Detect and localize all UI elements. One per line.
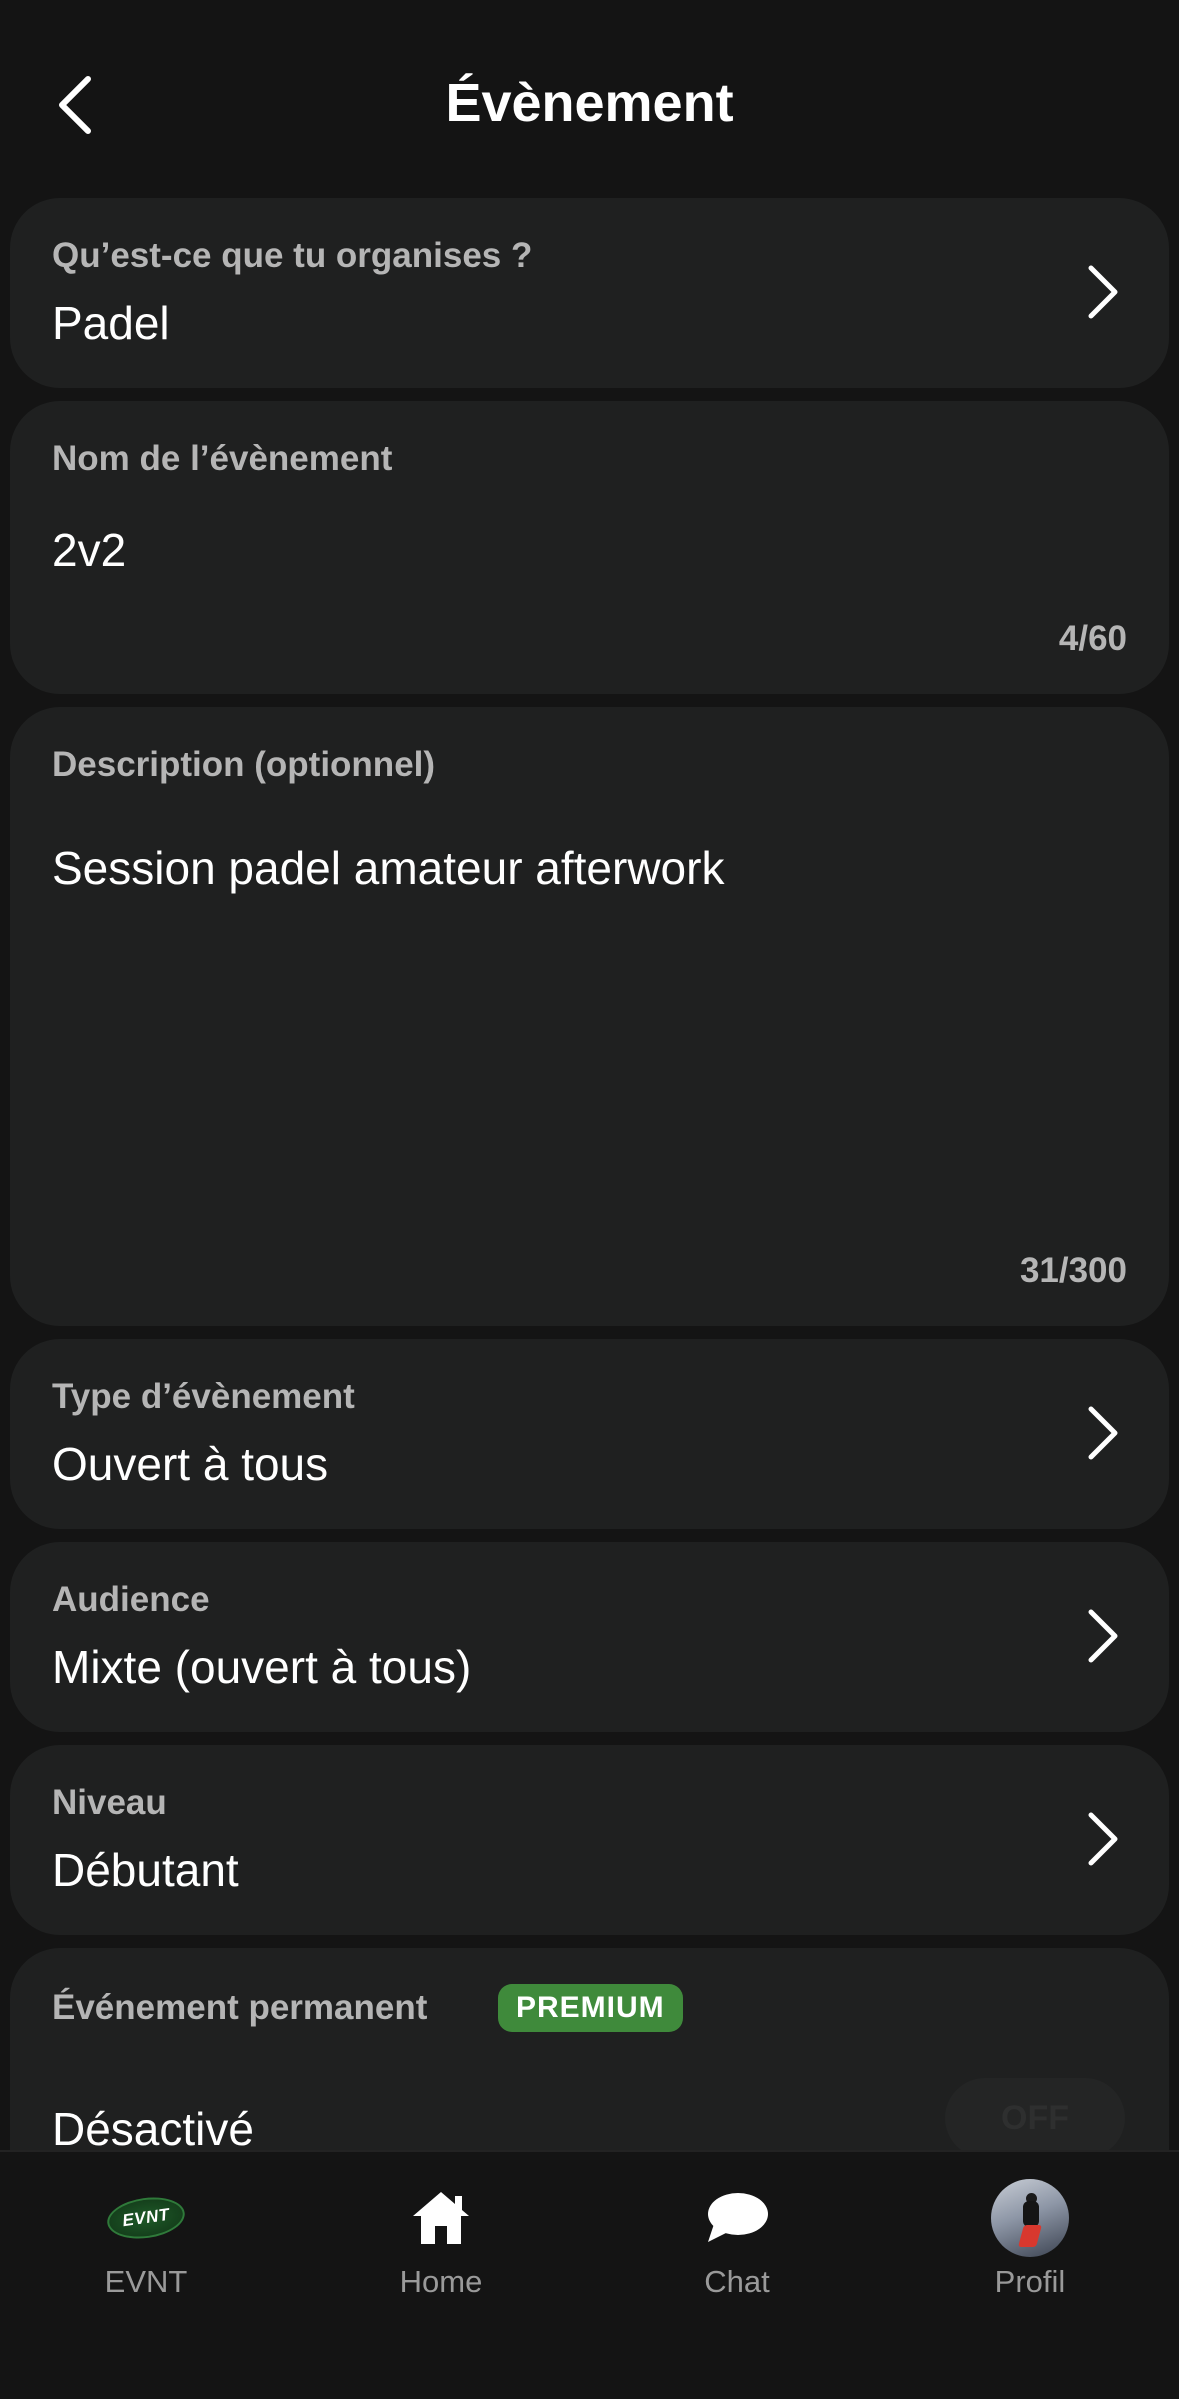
avatar (991, 2179, 1069, 2257)
description-input[interactable]: Session padel amateur afterwork (52, 841, 724, 895)
activity-value: Padel (52, 297, 170, 349)
premium-badge: PREMIUM (498, 1984, 683, 2032)
permanent-event-value: Désactivé (52, 2103, 254, 2155)
event-name-label: Nom de l’évènement (52, 439, 393, 478)
audience-selector[interactable]: Audience Mixte (ouvert à tous) (10, 1542, 1169, 1732)
tab-chat[interactable]: Chat (637, 2182, 837, 2322)
description-field[interactable]: Description (optionnel) Session padel am… (10, 707, 1169, 1326)
audience-label: Audience (52, 1580, 210, 1619)
activity-label: Qu’est-ce que tu organises ? (52, 236, 533, 275)
chat-bubble-icon (704, 2182, 770, 2254)
tab-evnt-label: EVNT (104, 2264, 188, 2299)
permanent-event-label: Événement permanent (52, 1988, 428, 2027)
level-value: Débutant (52, 1844, 239, 1896)
chevron-right-icon (1088, 1812, 1118, 1866)
description-label: Description (optionnel) (52, 745, 436, 784)
event-type-selector[interactable]: Type d’évènement Ouvert à tous (10, 1339, 1169, 1529)
audience-value: Mixte (ouvert à tous) (52, 1641, 472, 1693)
description-counter: 31/300 (1019, 1251, 1127, 1290)
level-label: Niveau (52, 1783, 167, 1822)
header: Évènement (0, 0, 1179, 196)
tab-profil[interactable]: Profil (930, 2179, 1130, 2322)
tab-bar: EVNT EVNT Home Chat Profil (0, 2150, 1179, 2399)
evnt-logo: EVNT (104, 2182, 188, 2254)
event-name-field[interactable]: Nom de l’évènement 2v2 4/60 (10, 401, 1169, 694)
level-selector[interactable]: Niveau Débutant (10, 1745, 1169, 1935)
event-name-input[interactable]: 2v2 (52, 523, 126, 577)
event-name-counter: 4/60 (1058, 619, 1127, 658)
home-icon (409, 2182, 473, 2254)
tab-chat-label: Chat (704, 2264, 770, 2299)
tab-profil-label: Profil (994, 2264, 1066, 2299)
permanent-event-toggle[interactable]: OFF (945, 2078, 1125, 2158)
event-type-value: Ouvert à tous (52, 1438, 329, 1490)
screen: Évènement Qu’est-ce que tu organises ? P… (0, 0, 1179, 2399)
tab-home-label: Home (399, 2264, 483, 2299)
tab-evnt[interactable]: EVNT EVNT (46, 2182, 246, 2322)
page-title: Évènement (445, 73, 734, 133)
activity-selector[interactable]: Qu’est-ce que tu organises ? Padel (10, 198, 1169, 388)
chevron-right-icon (1088, 1609, 1118, 1663)
chevron-right-icon (1088, 265, 1118, 319)
tab-home[interactable]: Home (341, 2182, 541, 2322)
event-type-label: Type d’évènement (52, 1377, 355, 1416)
chevron-right-icon (1088, 1406, 1118, 1460)
